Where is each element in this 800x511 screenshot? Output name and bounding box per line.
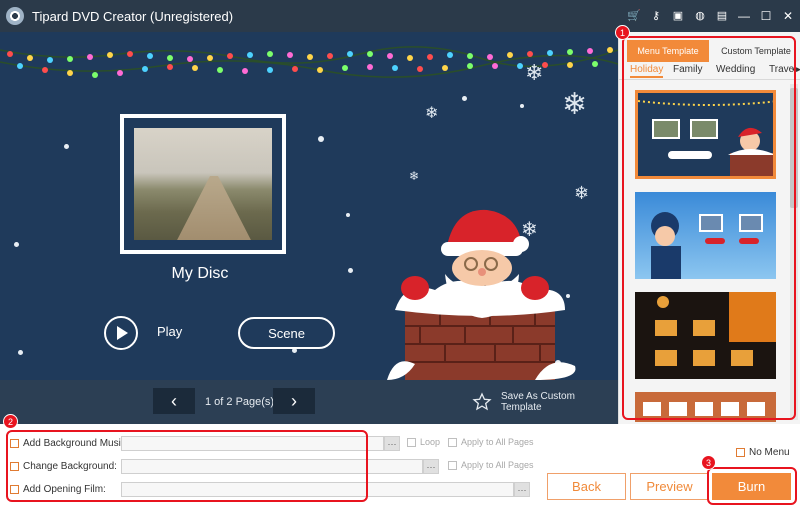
santa-chimney-illustration <box>387 209 576 380</box>
next-page-button[interactable]: › <box>273 388 315 414</box>
no-menu-checkbox[interactable] <box>736 448 745 457</box>
annotation-badge-1: 1 <box>615 25 630 40</box>
prev-page-button[interactable]: ‹ <box>153 388 195 414</box>
star-icon <box>472 392 492 412</box>
snow-dot <box>18 350 23 355</box>
annotation-outline-2 <box>6 430 368 502</box>
background-music-browse-button[interactable]: ··· <box>384 436 400 451</box>
snowflake-icon: ❄ <box>525 60 544 85</box>
no-menu-option[interactable]: No Menu <box>736 447 790 458</box>
snow-dot <box>14 242 19 247</box>
annotation-outline-1 <box>622 36 796 420</box>
boardwalk-path <box>174 176 254 240</box>
back-button[interactable]: Back <box>547 473 626 500</box>
play-label[interactable]: Play <box>157 324 182 339</box>
snowflake-icon: ❄ <box>425 105 439 122</box>
app-window: Tipard DVD Creator (Unregistered) 🛒 ⚷ ▣ … <box>0 0 800 511</box>
loop-checkbox[interactable] <box>407 437 416 447</box>
title-bar-icons: 🛒 ⚷ ▣ ◍ ▤ — ☐ ✕ <box>627 0 794 32</box>
disc-title[interactable]: My Disc <box>130 265 270 283</box>
close-button[interactable]: ✕ <box>782 9 794 23</box>
apply-all-music-option[interactable]: Apply to All Pages <box>448 437 534 447</box>
apply-all-background-checkbox[interactable] <box>448 460 457 470</box>
loop-label: Loop <box>420 437 441 447</box>
snow-dot <box>462 96 467 101</box>
snow-dot <box>346 213 350 217</box>
apply-all-music-label: Apply to All Pages <box>461 437 534 447</box>
annotation-outline-3 <box>707 467 797 505</box>
help-icon[interactable]: ◍ <box>694 10 706 22</box>
annotation-badge-2: 2 <box>3 414 18 429</box>
no-menu-label: No Menu <box>749 447 790 458</box>
save-icon[interactable]: ▣ <box>672 10 684 22</box>
preview-button[interactable]: Preview <box>630 473 709 500</box>
opening-film-browse-button[interactable]: ··· <box>514 482 530 497</box>
minimize-button[interactable]: — <box>738 9 750 23</box>
maximize-button[interactable]: ☐ <box>760 9 772 23</box>
snow-dot <box>64 144 69 149</box>
snowflake-icon: ❄ <box>409 169 420 183</box>
change-background-browse-button[interactable]: ··· <box>423 459 439 474</box>
snow-dot <box>348 268 353 273</box>
apply-all-music-checkbox[interactable] <box>448 437 457 447</box>
loop-option[interactable]: Loop <box>407 437 440 447</box>
snow-dot <box>318 136 324 142</box>
window-title: Tipard DVD Creator (Unregistered) <box>32 8 234 24</box>
snowflake-icon: ❄ <box>574 183 590 203</box>
menu-thumbnail-image <box>134 128 272 240</box>
apply-all-background-label: Apply to All Pages <box>461 460 534 470</box>
apply-all-background-option[interactable]: Apply to All Pages <box>448 460 534 470</box>
save-as-custom-template-button[interactable]: Save As Custom Template <box>472 391 618 413</box>
snowflake-icon: ❄ <box>562 88 588 121</box>
menu-thumbnail-frame[interactable] <box>120 114 286 254</box>
key-icon[interactable]: ⚷ <box>650 10 662 22</box>
annotation-badge-3: 3 <box>701 455 716 470</box>
app-logo-icon <box>6 7 24 25</box>
menu-preview: ❄ ❄ ❄ ❄ ❄ ❄ My Disc Play Scene <box>0 32 618 380</box>
play-button[interactable] <box>104 316 138 350</box>
feedback-icon[interactable]: ▤ <box>716 10 728 22</box>
title-bar: Tipard DVD Creator (Unregistered) 🛒 ⚷ ▣ … <box>0 0 800 32</box>
cart-icon[interactable]: 🛒 <box>627 10 641 22</box>
play-icon <box>117 326 128 340</box>
snow-dot <box>520 104 524 108</box>
page-navigation-bar: ‹ 1 of 2 Page(s) › Save As Custom Templa… <box>0 380 618 424</box>
save-template-label: Save As Custom Template <box>501 391 575 413</box>
page-counter: 1 of 2 Page(s) <box>205 396 275 408</box>
scene-button[interactable]: Scene <box>238 317 335 349</box>
